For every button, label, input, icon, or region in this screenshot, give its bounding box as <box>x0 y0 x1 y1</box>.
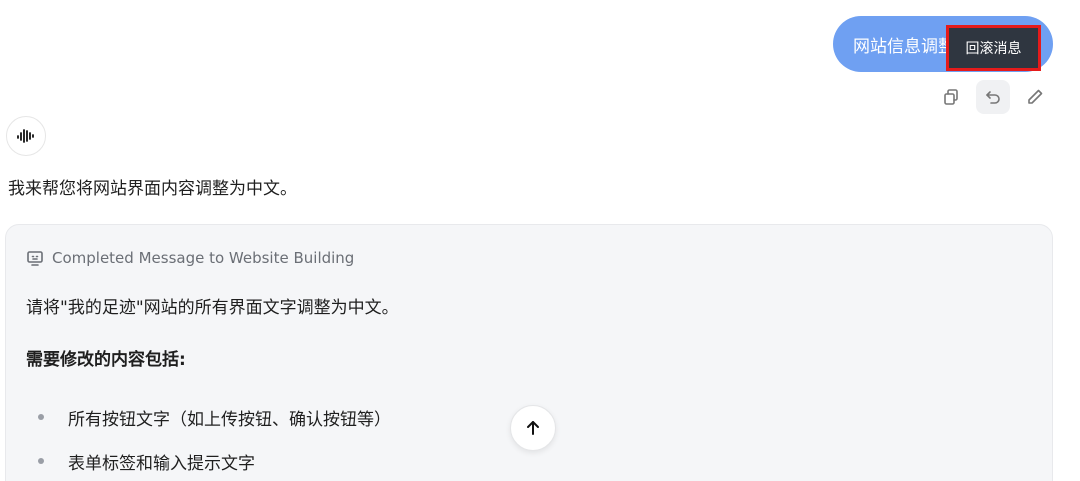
scroll-to-top-button[interactable] <box>510 405 556 451</box>
assistant-reply: 我来帮您将网站界面内容调整为中文。 <box>8 179 297 199</box>
bullet <box>38 458 44 464</box>
chat-page: 网站信息调整为中文 回滚消息 我来帮您将网站界面内容调整为中文。 Complet… <box>0 0 1080 481</box>
card-header-label: Completed Message to Website Building <box>52 249 355 267</box>
message-actions <box>934 80 1052 114</box>
undo-icon <box>986 91 1000 104</box>
waveform-icon <box>17 129 34 143</box>
card-header: Completed Message to Website Building <box>26 249 354 267</box>
rollback-button[interactable] <box>976 80 1010 114</box>
list-item-text: 表单标签和输入提示文字 <box>68 453 255 474</box>
edit-icon <box>1028 89 1043 104</box>
rollback-tooltip-label: 回滚消息 <box>965 41 1022 57</box>
bullet <box>38 414 44 420</box>
rollback-tooltip: 回滚消息 <box>946 25 1041 71</box>
edit-button[interactable] <box>1018 80 1052 114</box>
copy-icon <box>944 89 958 105</box>
copy-button[interactable] <box>934 80 968 114</box>
card-subheading: 需要修改的内容包括: <box>26 350 186 370</box>
list-item-text: 所有按钮文字（如上传按钮、确认按钮等） <box>68 409 391 430</box>
assistant-avatar <box>6 116 46 156</box>
arrow-up-icon <box>527 421 539 435</box>
list-item: 表单标签和输入提示文字 <box>26 439 391 481</box>
monitor-icon <box>27 251 43 266</box>
card-list: 所有按钮文字（如上传按钮、确认按钮等） 表单标签和输入提示文字 <box>26 395 391 481</box>
card-paragraph: 请将"我的足迹"网站的所有界面文字调整为中文。 <box>26 298 399 318</box>
list-item: 所有按钮文字（如上传按钮、确认按钮等） <box>26 395 391 439</box>
